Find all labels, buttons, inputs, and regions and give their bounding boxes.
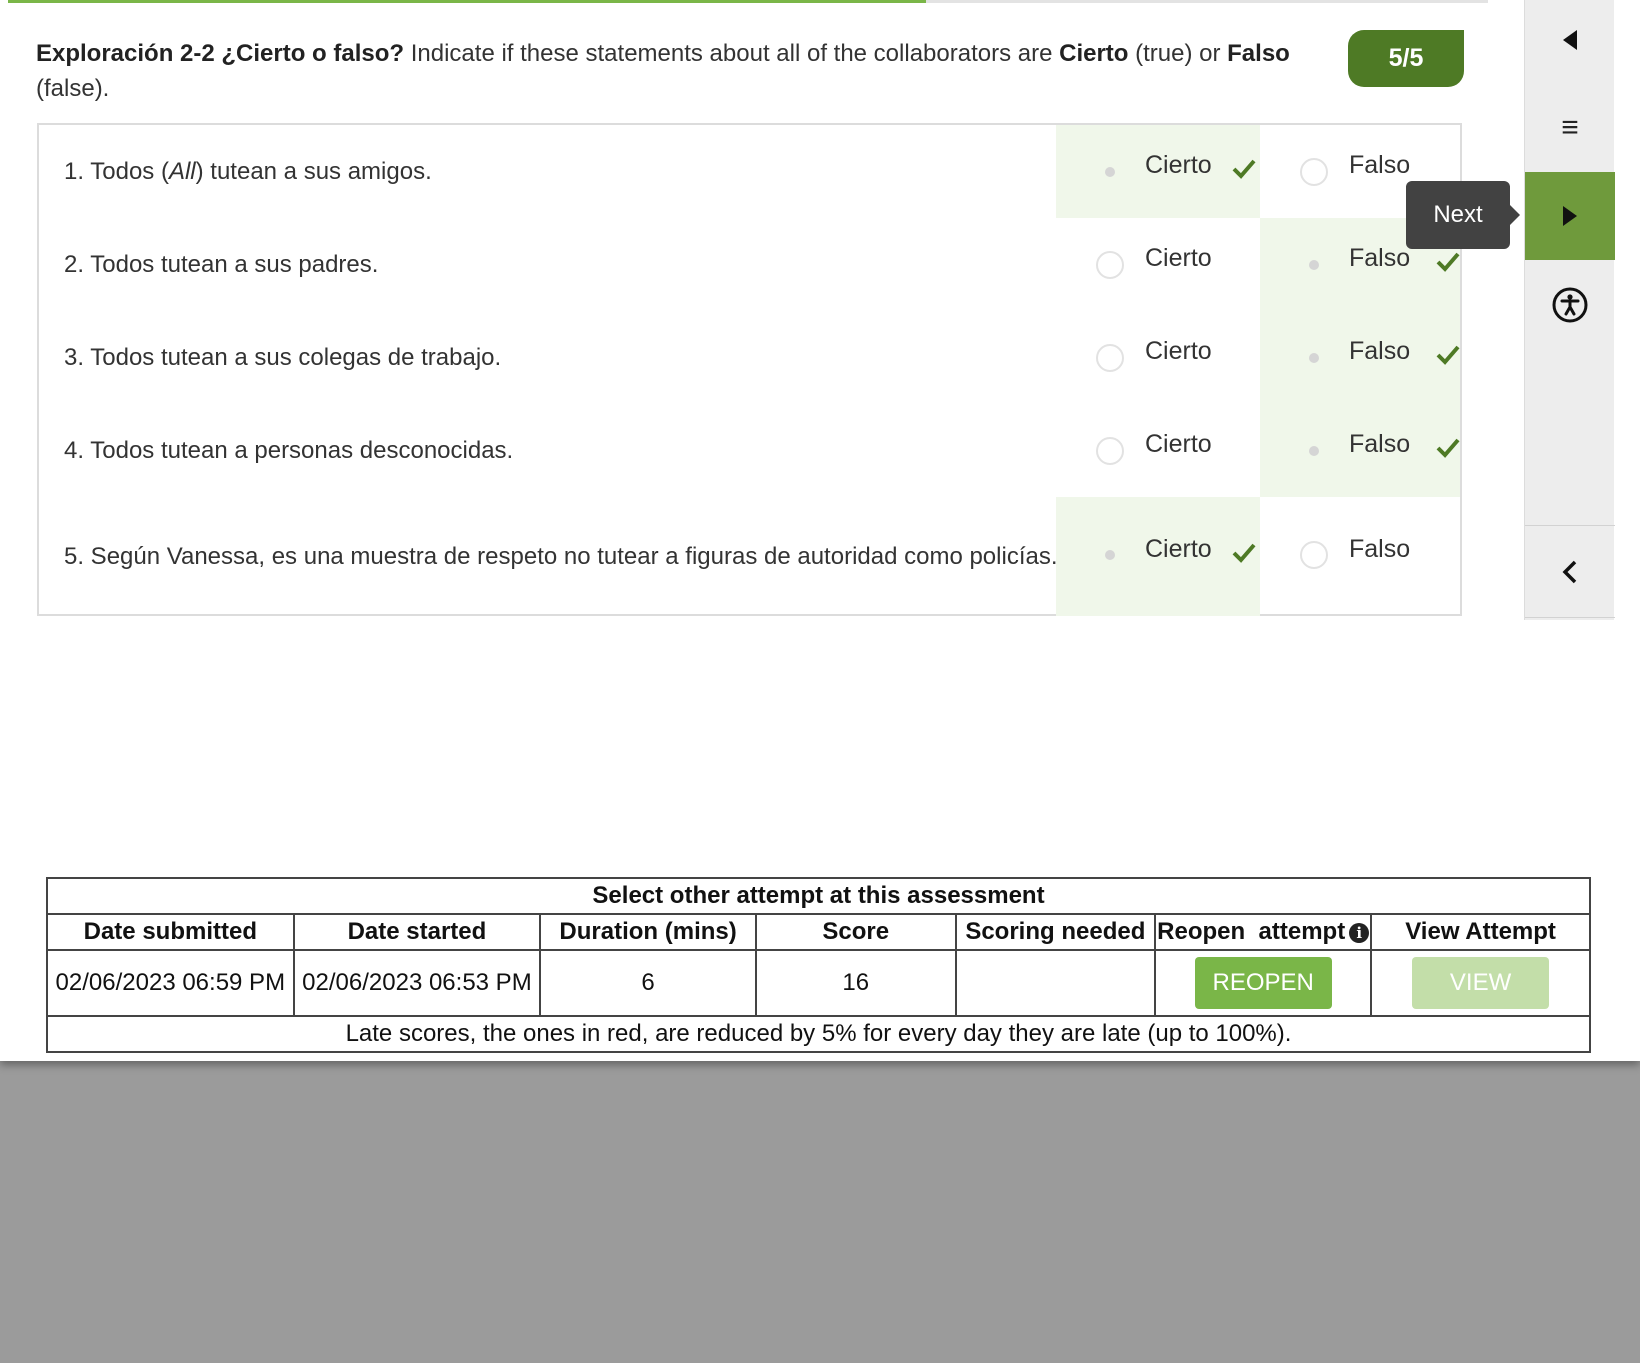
- header-scoring-needed: Scoring needed: [954, 913, 1157, 951]
- header-reopen: Reopen attempt i: [1154, 913, 1373, 951]
- question-text-3: 3. Todos tutean a sus colegas de trabajo…: [64, 343, 502, 371]
- option-label: Cierto: [1145, 337, 1212, 365]
- previous-button[interactable]: [1525, 0, 1615, 80]
- radio-cierto-3[interactable]: [1096, 344, 1124, 372]
- option-label: Falso: [1349, 244, 1411, 272]
- radio-falso-4[interactable]: [1300, 437, 1328, 465]
- info-icon[interactable]: i: [1349, 922, 1370, 943]
- cell-score: 16: [754, 949, 957, 1017]
- collapse-button[interactable]: [1525, 525, 1615, 618]
- option-cierto-2[interactable]: Cierto: [1056, 218, 1260, 311]
- assessment-sheet: Exploración 2-2 ¿Cierto o falso? Indicat…: [0, 0, 1640, 1061]
- option-label: Cierto: [1145, 535, 1212, 563]
- option-label: Falso: [1349, 535, 1411, 563]
- instructions: Exploración 2-2 ¿Cierto o falso? Indicat…: [36, 36, 1336, 106]
- triangle-left-icon: [1563, 30, 1577, 50]
- chevron-left-icon: [1562, 560, 1577, 583]
- view-button[interactable]: VIEW: [1412, 957, 1550, 1009]
- header-duration: Duration (mins): [539, 913, 757, 951]
- table-row: 02/06/2023 06:59 PM 02/06/2023 06:53 PM …: [46, 949, 1591, 1017]
- exercise-title: Exploración 2-2 ¿Cierto o falso?: [36, 40, 405, 67]
- instructions-text-2: (true) or: [1128, 40, 1228, 67]
- next-button[interactable]: [1525, 172, 1615, 260]
- option-cierto-4[interactable]: Cierto: [1056, 404, 1260, 497]
- option-label: Falso: [1349, 430, 1411, 458]
- question-text-5: 5. Según Vanessa, es una muestra de resp…: [64, 542, 1058, 570]
- radio-cierto-4[interactable]: [1096, 437, 1124, 465]
- option-falso-4[interactable]: Falso: [1260, 404, 1460, 497]
- radio-cierto-1[interactable]: [1096, 158, 1124, 186]
- late-scores-note: Late scores, the ones in red, are reduce…: [46, 1015, 1591, 1053]
- instructions-text-3: (false).: [36, 75, 110, 102]
- radio-cierto-2[interactable]: [1096, 251, 1124, 279]
- progress-bar-fill: [8, 0, 926, 3]
- header-score: Score: [754, 913, 957, 951]
- question-text-1: 1. Todos (All) tutean a sus amigos.: [64, 157, 432, 185]
- option-falso-3[interactable]: Falso: [1260, 311, 1460, 404]
- question-row-5: 5. Según Vanessa, es una muestra de resp…: [39, 497, 1460, 616]
- triangle-right-icon: [1563, 206, 1577, 226]
- check-icon: [1436, 252, 1460, 272]
- cell-view: VIEW: [1370, 949, 1591, 1017]
- cierto-term: Cierto: [1059, 40, 1129, 67]
- cell-date-started: 02/06/2023 06:53 PM: [292, 949, 542, 1017]
- question-text-4: 4. Todos tutean a personas desconocidas.: [64, 436, 514, 464]
- question-row-3: 3. Todos tutean a sus colegas de trabajo…: [39, 311, 1460, 404]
- header-reopen-label: Reopen attempt: [1157, 918, 1346, 945]
- check-icon: [1436, 438, 1460, 458]
- radio-falso-5[interactable]: [1300, 541, 1328, 569]
- falso-term: Falso: [1227, 40, 1290, 67]
- reopen-button[interactable]: REOPEN: [1194, 957, 1332, 1009]
- attempts-table: Select other attempt at this assessment …: [46, 877, 1591, 1053]
- progress-bar: [8, 0, 1488, 3]
- radio-falso-2[interactable]: [1300, 251, 1328, 279]
- question-row-1: 1. Todos (All) tutean a sus amigos. Cier…: [39, 125, 1460, 218]
- option-label: Cierto: [1145, 151, 1212, 179]
- radio-cierto-5[interactable]: [1096, 541, 1124, 569]
- option-label: Cierto: [1145, 430, 1212, 458]
- question-row-4: 4. Todos tutean a personas desconocidas.…: [39, 404, 1460, 497]
- hamburger-icon: ≡: [1561, 111, 1579, 144]
- score-badge: 5/5: [1348, 30, 1464, 87]
- radio-falso-1[interactable]: [1300, 158, 1328, 186]
- cell-scoring-needed: [954, 949, 1157, 1017]
- question-table: 1. Todos (All) tutean a sus amigos. Cier…: [37, 123, 1462, 616]
- accessibility-icon: [1552, 287, 1588, 323]
- radio-falso-3[interactable]: [1300, 344, 1328, 372]
- option-label: Falso: [1349, 337, 1411, 365]
- check-icon: [1232, 543, 1256, 563]
- next-tooltip: Next: [1406, 181, 1520, 249]
- cell-duration: 6: [539, 949, 757, 1017]
- right-rail: ≡: [1524, 0, 1615, 620]
- check-icon: [1232, 159, 1256, 179]
- option-label: Cierto: [1145, 244, 1212, 272]
- check-icon: [1436, 345, 1460, 365]
- menu-button[interactable]: ≡: [1525, 88, 1615, 168]
- cell-reopen: REOPEN: [1154, 949, 1373, 1017]
- option-cierto-3[interactable]: Cierto: [1056, 311, 1260, 404]
- header-view: View Attempt: [1370, 913, 1591, 951]
- header-date-submitted: Date submitted: [46, 913, 295, 951]
- accessibility-button[interactable]: [1525, 268, 1615, 342]
- question-row-2: 2. Todos tutean a sus padres. Cierto Fal…: [39, 218, 1460, 311]
- attempts-caption: Select other attempt at this assessment: [46, 877, 1591, 915]
- option-cierto-5[interactable]: Cierto: [1056, 497, 1260, 616]
- header-date-started: Date started: [292, 913, 542, 951]
- option-label: Falso: [1349, 151, 1411, 179]
- option-cierto-1[interactable]: Cierto: [1056, 125, 1260, 218]
- instructions-text-1: Indicate if these statements about all o…: [404, 40, 1060, 67]
- question-text-2: 2. Todos tutean a sus padres.: [64, 250, 379, 278]
- option-falso-5[interactable]: Falso: [1260, 497, 1460, 616]
- cell-date-submitted: 02/06/2023 06:59 PM: [46, 949, 295, 1017]
